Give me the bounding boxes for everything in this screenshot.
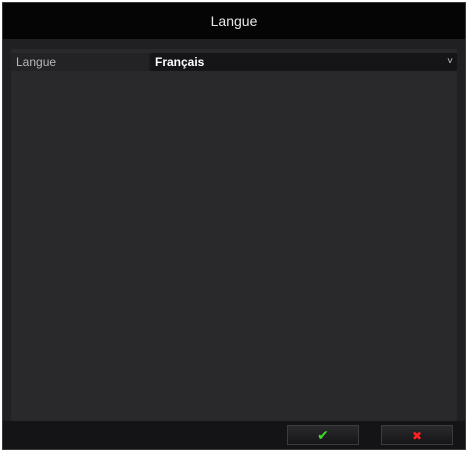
dialog-title: Langue bbox=[3, 3, 465, 39]
language-value: Français bbox=[155, 55, 205, 69]
cancel-button[interactable]: ✖ bbox=[381, 425, 453, 445]
checkmark-icon: ✔ bbox=[317, 427, 329, 443]
chevron-down-icon: ˅ bbox=[447, 56, 453, 67]
close-icon: ✖ bbox=[411, 429, 423, 443]
settings-panel: Langue Français ˅ bbox=[11, 49, 457, 421]
language-label: Langue bbox=[11, 53, 149, 71]
language-dialog: Langue Langue Français ˅ ✔ ✖ bbox=[2, 2, 466, 450]
dialog-footer: ✔ ✖ bbox=[3, 421, 465, 449]
language-select[interactable]: Français ˅ bbox=[151, 53, 457, 71]
language-row: Langue Français ˅ bbox=[11, 53, 457, 71]
ok-button[interactable]: ✔ bbox=[287, 425, 359, 445]
